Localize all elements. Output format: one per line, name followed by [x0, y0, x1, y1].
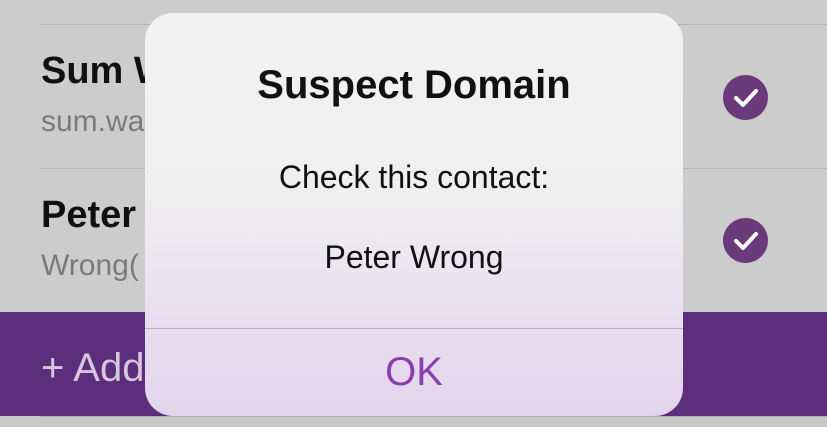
checkmark-circle-icon[interactable] — [723, 218, 768, 263]
contact-name: Peter — [41, 194, 137, 236]
checkmark-circle-icon[interactable] — [723, 75, 768, 120]
alert-message: Check this contact: — [278, 159, 550, 195]
contact-email: sum.wa — [41, 105, 145, 138]
contact-email: Wrong( — [41, 249, 139, 282]
alert-title: Suspect Domain — [257, 63, 571, 107]
add-contact-label: + Add — [41, 346, 145, 390]
ok-button[interactable]: OK — [145, 329, 683, 416]
list-footer — [0, 416, 827, 427]
row-divider — [40, 416, 827, 417]
alert-contact-name: Peter Wrong — [324, 239, 504, 275]
suspect-domain-alert: Suspect Domain Check this contact: Peter… — [145, 13, 683, 416]
